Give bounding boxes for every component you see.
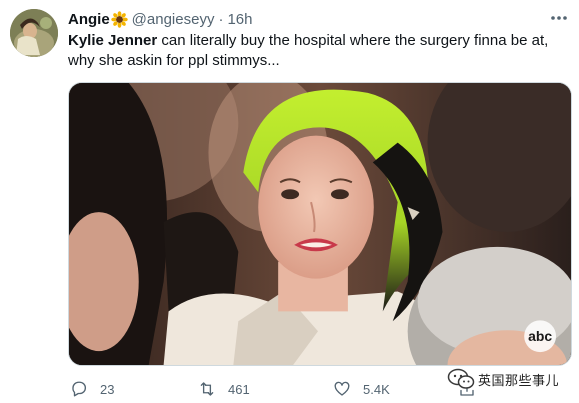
tweet-header: Angie @angieseyy · 16h — [68, 9, 252, 29]
watermark: 英国那些事儿 — [447, 365, 559, 393]
like-icon — [334, 381, 350, 396]
like-button[interactable]: 5.4K — [333, 378, 390, 400]
timestamp[interactable]: 16h — [227, 11, 252, 28]
sunflower-icon — [110, 10, 128, 28]
retweet-button[interactable]: 461 — [198, 378, 250, 400]
tweet-text: Kylie Jenner can literally buy the hospi… — [68, 31, 568, 71]
wechat-icon — [447, 368, 475, 389]
tweet-text-mention: Kylie Jenner — [68, 32, 158, 49]
display-name[interactable]: Angie — [68, 11, 110, 28]
separator-dot: · — [218, 10, 224, 28]
tweet-photo[interactable]: abc — [68, 82, 572, 366]
avatar[interactable] — [10, 9, 58, 57]
retweet-count: 461 — [228, 381, 250, 397]
avatar-image — [10, 9, 58, 57]
like-count: 5.4K — [363, 381, 390, 397]
reply-icon — [72, 381, 86, 397]
photo-scene: abc — [69, 83, 571, 365]
svg-text:abc: abc — [528, 328, 552, 344]
retweet-icon — [200, 382, 214, 396]
reply-button[interactable]: 23 — [70, 378, 114, 400]
watermark-text: 英国那些事儿 — [478, 373, 560, 389]
tweet: Angie @angieseyy · 16h Kylie Jenner can … — [0, 0, 579, 403]
handle[interactable]: @angieseyy — [132, 11, 215, 28]
more-icon[interactable] — [548, 10, 570, 26]
reply-count: 23 — [100, 381, 115, 397]
abc-logo: abc — [524, 320, 557, 353]
